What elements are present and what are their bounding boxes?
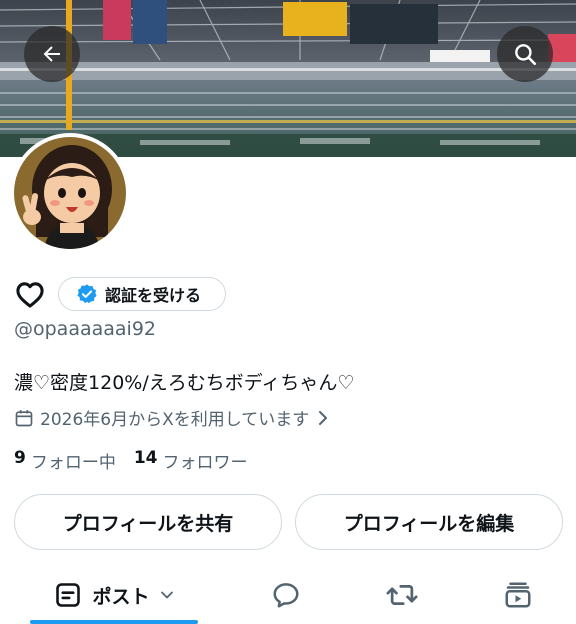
calendar-icon xyxy=(15,409,33,426)
profile-banner[interactable] xyxy=(0,0,576,157)
profile-tabs: ポスト xyxy=(0,570,576,624)
profile-handle: @opaaaaaai92 xyxy=(14,318,156,340)
following-link[interactable]: 9 フォロー中 xyxy=(14,448,134,473)
tab-posts-label: ポスト xyxy=(92,585,150,608)
following-label: フォロー中 xyxy=(30,453,116,473)
heart-button[interactable] xyxy=(14,280,46,308)
follow-counts: 9 フォロー中 14 フォロワー xyxy=(14,448,266,473)
stadium-banner-image xyxy=(0,0,576,157)
joined-date-text: 2026年6月からXを利用しています xyxy=(40,410,310,430)
share-profile-button[interactable]: プロフィールを共有 xyxy=(14,494,282,550)
avatar-image xyxy=(14,137,126,249)
heart-outline-icon xyxy=(16,282,44,308)
tab-replies[interactable] xyxy=(262,570,310,620)
search-button[interactable] xyxy=(497,26,553,82)
get-verified-label: 認証を受ける xyxy=(105,286,202,305)
profile-bio: 濃♡密度120%/えろむちボディちゃん♡ xyxy=(14,372,355,394)
joined-date-row[interactable]: 2026年6月からXを利用しています xyxy=(14,405,329,430)
posts-icon xyxy=(56,583,81,607)
edit-profile-button[interactable]: プロフィールを編集 xyxy=(295,494,563,550)
back-button[interactable] xyxy=(24,26,80,82)
active-tab-indicator xyxy=(30,620,198,624)
following-count: 9 xyxy=(14,448,26,468)
tab-media[interactable] xyxy=(494,570,542,620)
followers-label: フォロワー xyxy=(162,453,248,473)
reply-icon xyxy=(273,583,299,608)
chevron-right-icon xyxy=(319,410,328,425)
search-icon xyxy=(515,44,537,66)
followers-count: 14 xyxy=(133,448,158,468)
repost-icon xyxy=(386,585,418,605)
profile-avatar[interactable] xyxy=(10,133,130,253)
tab-posts[interactable]: ポスト xyxy=(30,570,198,620)
chevron-down-icon[interactable] xyxy=(160,590,174,600)
get-verified-button[interactable]: 認証を受ける xyxy=(58,277,226,311)
followers-link[interactable]: 14 フォロワー xyxy=(134,448,266,473)
back-arrow-icon xyxy=(43,46,60,62)
tab-reposts[interactable] xyxy=(378,570,426,620)
media-icon xyxy=(505,582,531,608)
verified-badge-icon xyxy=(77,284,97,304)
